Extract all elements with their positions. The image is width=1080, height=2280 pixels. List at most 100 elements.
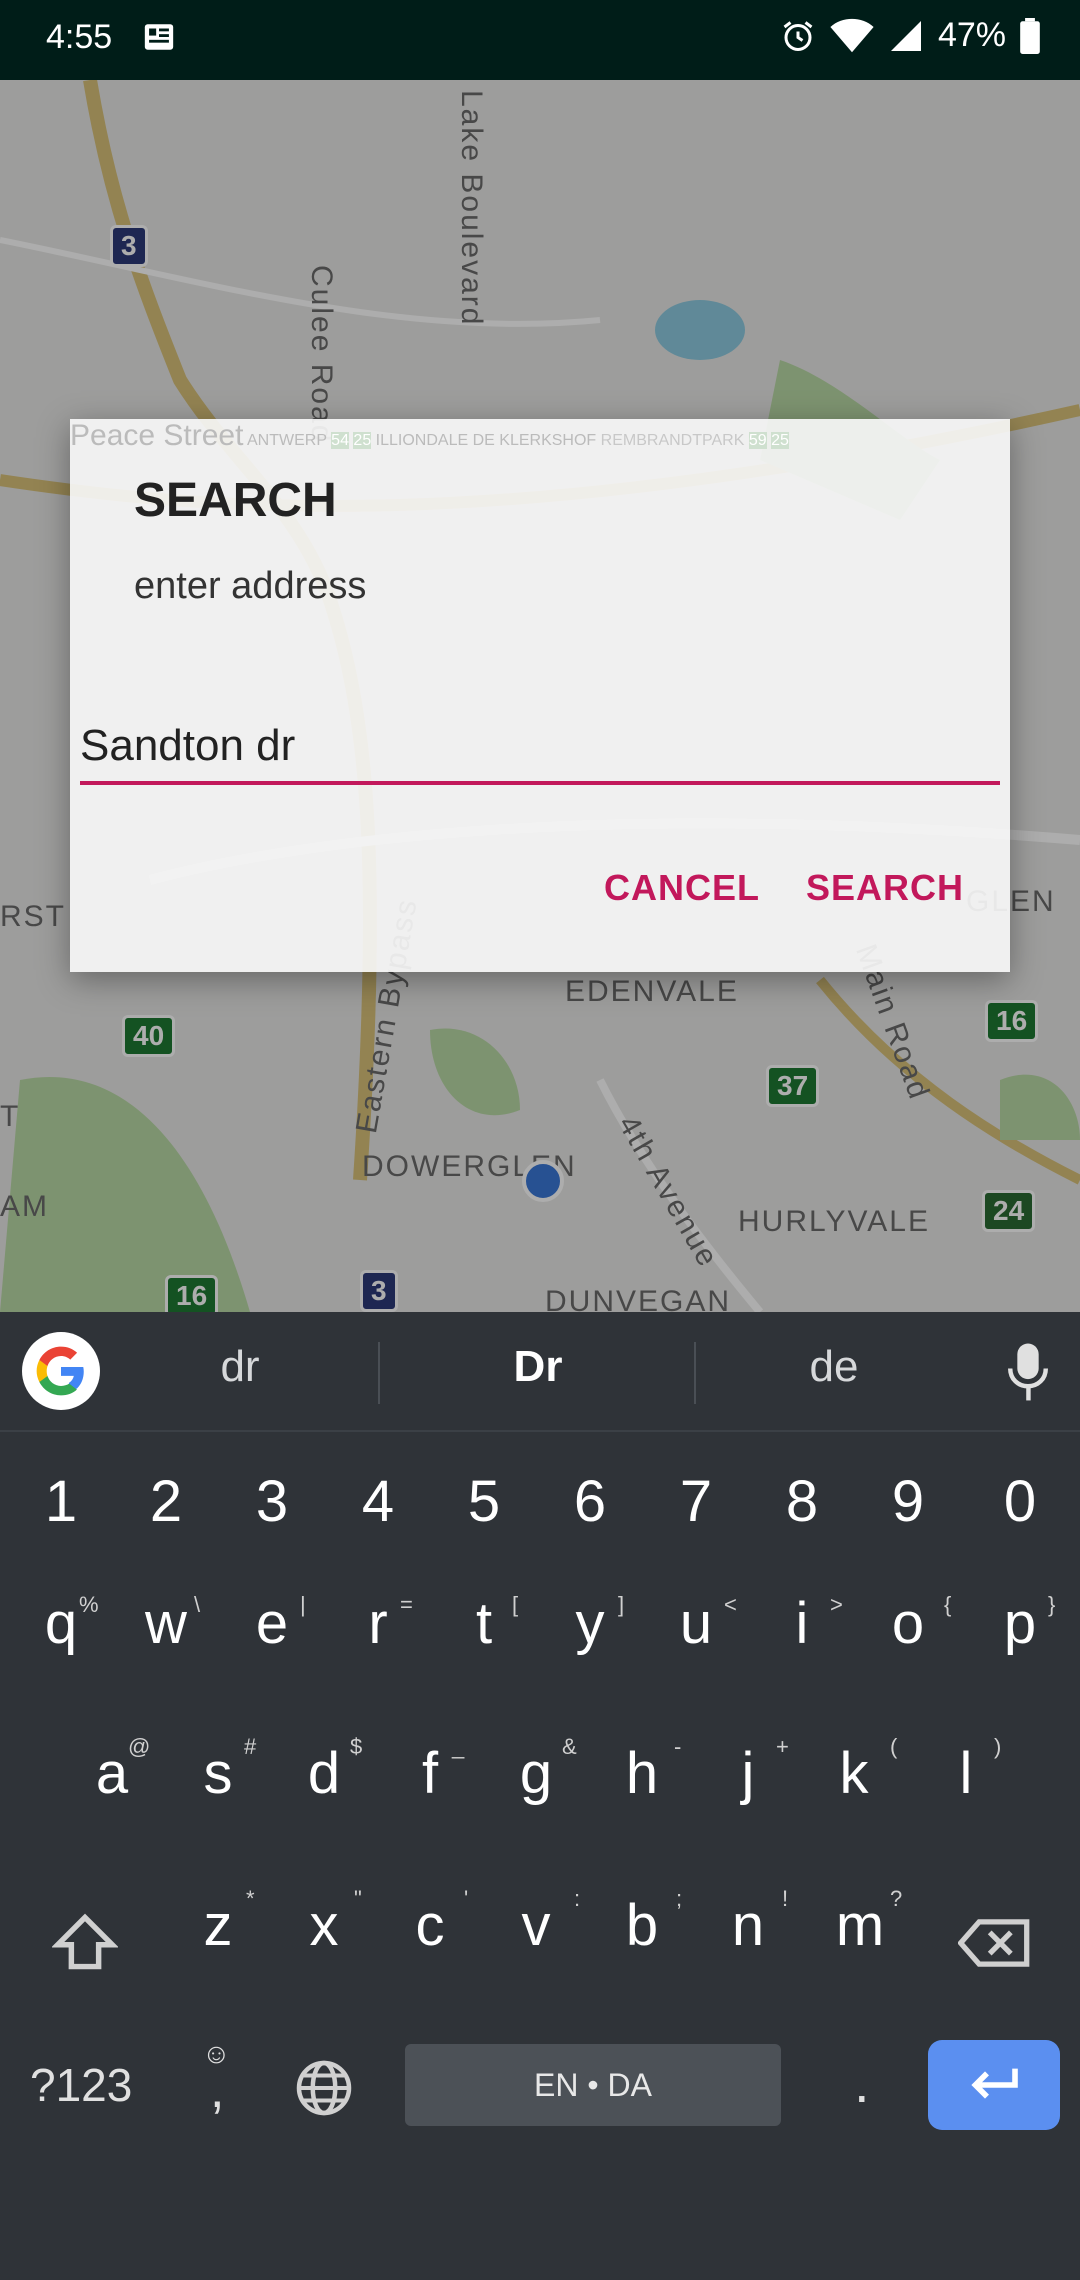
address-input[interactable]	[80, 711, 1000, 785]
key-letter: f	[421, 1741, 439, 1806]
globe-icon[interactable]	[294, 2058, 354, 2118]
key-letter: e	[255, 1591, 289, 1656]
key-hint: +	[776, 1734, 789, 1759]
key-l[interactable]: l)	[926, 1734, 1006, 1807]
search-dialog: Peace Street ANTWERP 54 25 ILLIONDALE DE…	[70, 419, 1010, 972]
key-f[interactable]: f _	[390, 1734, 470, 1807]
key-hint: :	[574, 1886, 581, 1911]
key-y[interactable]: y]	[550, 1590, 630, 1657]
key-hint: '	[464, 1886, 469, 1911]
google-icon[interactable]	[22, 1332, 100, 1410]
key-9[interactable]: 9	[868, 1468, 948, 1535]
key-letter: w	[145, 1591, 187, 1656]
key-hint: ?	[890, 1886, 903, 1911]
map-label: REMBRANDTPARK	[600, 432, 745, 449]
key-hint: &	[562, 1734, 577, 1759]
key-a[interactable]: a @	[72, 1734, 152, 1807]
key-letter: b	[625, 1893, 659, 1958]
key-g[interactable]: g &	[496, 1734, 577, 1807]
battery-percent: 47%	[937, 16, 1006, 54]
key-t[interactable]: t[	[444, 1590, 524, 1657]
map-label: ANTWERP	[247, 432, 327, 449]
key-m[interactable]: m?	[820, 1886, 902, 1959]
key-hint: <	[724, 1592, 737, 1617]
key-e[interactable]: e |	[232, 1590, 312, 1657]
key-hint: |	[300, 1592, 306, 1617]
key-0[interactable]: 0	[980, 1468, 1060, 1535]
route-shield: 54	[331, 432, 349, 449]
enter-key[interactable]	[928, 2040, 1060, 2130]
suggestion[interactable]: dr	[90, 1342, 390, 1392]
key-hint: \	[194, 1592, 201, 1617]
microphone-icon[interactable]	[1006, 1340, 1050, 1404]
key-3[interactable]: 3	[232, 1468, 312, 1535]
key-q[interactable]: q%	[21, 1590, 101, 1657]
key-hint: *	[246, 1886, 255, 1911]
cancel-button[interactable]: CANCEL	[604, 867, 760, 909]
key-letter: g	[519, 1741, 553, 1806]
key-u[interactable]: u <	[656, 1590, 737, 1657]
key-r[interactable]: r =	[338, 1590, 418, 1657]
key-hint: %	[79, 1592, 99, 1617]
key-d[interactable]: d $	[284, 1734, 364, 1807]
battery-icon	[1020, 17, 1040, 54]
shift-icon[interactable]	[52, 1912, 118, 1972]
key-4[interactable]: 4	[338, 1468, 418, 1535]
symbols-key[interactable]: ?123	[30, 2058, 132, 2112]
suggestion[interactable]: de	[684, 1342, 984, 1392]
key-x[interactable]: x "	[284, 1886, 364, 1959]
key-w[interactable]: w \	[126, 1590, 206, 1657]
key-n[interactable]: n!	[708, 1886, 788, 1959]
search-button[interactable]: SEARCH	[806, 867, 964, 909]
key-h[interactable]: h-	[602, 1734, 682, 1807]
key-o[interactable]: o{	[868, 1590, 952, 1657]
key-i[interactable]: i >	[762, 1590, 843, 1657]
key-hint: [	[512, 1592, 519, 1617]
key-hint: !	[782, 1886, 789, 1911]
key-k[interactable]: k(	[814, 1734, 898, 1807]
key-c[interactable]: c '	[390, 1886, 470, 1959]
comma-key[interactable]: ,	[210, 2060, 224, 2120]
key-letter: n	[731, 1893, 765, 1958]
key-2[interactable]: 2	[126, 1468, 206, 1535]
key-z[interactable]: z *	[178, 1886, 258, 1959]
key-letter: o	[891, 1591, 925, 1656]
period-key[interactable]: .	[854, 2050, 870, 2115]
key-letter: r	[368, 1591, 388, 1656]
key-p[interactable]: p}	[980, 1590, 1060, 1657]
suggestion-divider	[378, 1342, 380, 1404]
key-7[interactable]: 7	[656, 1468, 736, 1535]
key-v[interactable]: v:	[496, 1886, 581, 1959]
key-letter: m	[835, 1893, 885, 1958]
news-icon	[144, 24, 174, 50]
backspace-icon[interactable]	[958, 1916, 1032, 1970]
key-letter: s	[203, 1741, 233, 1806]
suggestion[interactable]: Dr	[388, 1342, 688, 1392]
key-8[interactable]: 8	[762, 1468, 842, 1535]
key-hint: )	[994, 1734, 1002, 1759]
key-letter: h	[625, 1741, 659, 1806]
key-hint: }	[1048, 1592, 1056, 1617]
key-hint: {	[944, 1592, 952, 1617]
key-b[interactable]: b;	[602, 1886, 682, 1959]
space-bar[interactable]: EN • DA	[405, 2044, 781, 2126]
key-letter: u	[679, 1591, 713, 1656]
key-letter: i	[795, 1591, 809, 1656]
route-shield: 59	[748, 432, 767, 449]
key-hint: #	[244, 1734, 257, 1759]
key-1[interactable]: 1	[21, 1468, 101, 1535]
key-5[interactable]: 5	[444, 1468, 524, 1535]
key-hint: $	[350, 1734, 363, 1759]
key-letter: v	[521, 1893, 551, 1958]
key-hint: _	[452, 1734, 465, 1759]
key-hint: @	[128, 1734, 151, 1759]
key-j[interactable]: j +	[708, 1734, 789, 1807]
key-letter: k	[839, 1741, 869, 1806]
map-label: DE KLERKSHOF	[472, 432, 597, 449]
key-s[interactable]: s #	[178, 1734, 258, 1807]
route-shield: 25	[771, 432, 789, 449]
key-letter: c	[415, 1893, 445, 1958]
key-6[interactable]: 6	[550, 1468, 630, 1535]
key-letter: t	[475, 1591, 493, 1656]
map-label: ILLIONDALE	[375, 432, 469, 449]
